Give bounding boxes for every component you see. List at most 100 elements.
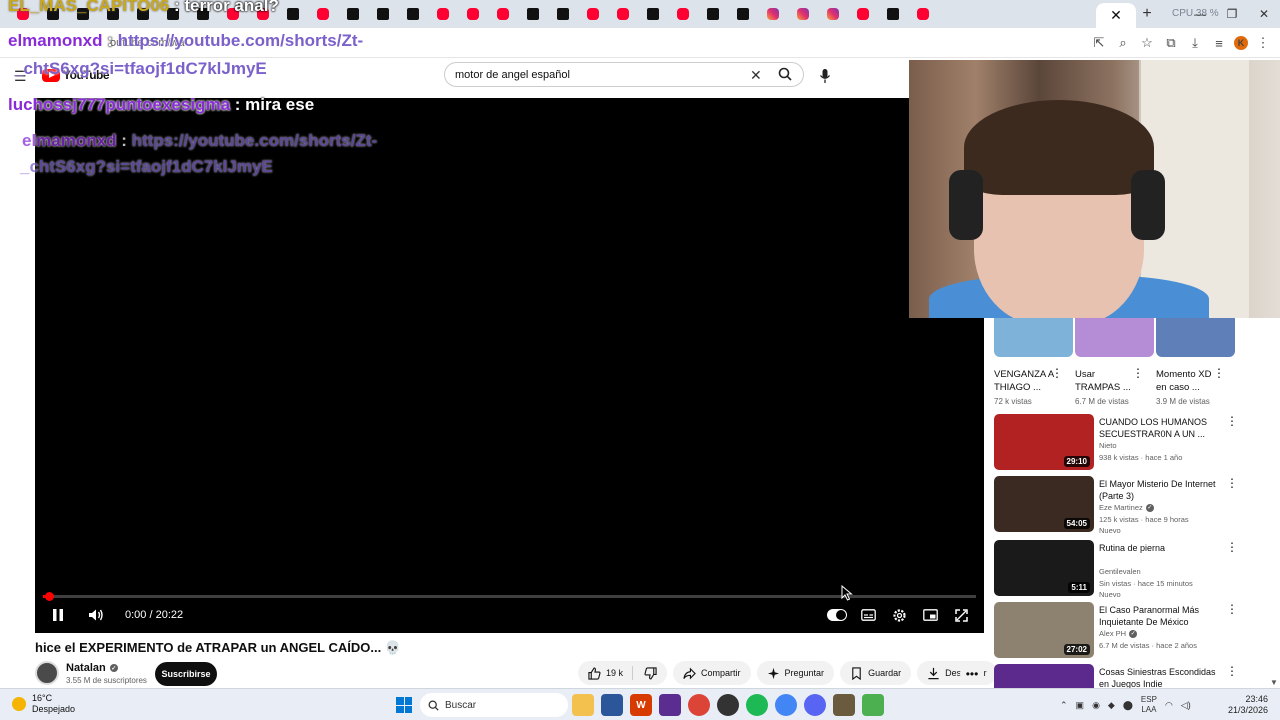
youtube-tab-icon[interactable] xyxy=(308,0,338,28)
tiktok-tab-icon[interactable] xyxy=(518,0,548,28)
recommended-video[interactable]: 27:02 El Caso Paranormal Más Inquietante … xyxy=(994,602,1244,660)
instagram-tab-icon[interactable] xyxy=(788,0,818,28)
speaker-icon[interactable]: ◁) xyxy=(1181,700,1191,711)
short-title[interactable]: Momento XD en caso ... xyxy=(1156,368,1216,394)
tiktok-tab-icon[interactable] xyxy=(638,0,668,28)
scroll-down-arrow-icon[interactable]: ▼ xyxy=(1270,678,1278,687)
short-thumbnail[interactable] xyxy=(1156,318,1235,357)
video-channel-name[interactable]: Gentilevalen xyxy=(1099,567,1141,576)
youtube-tab-icon[interactable] xyxy=(578,0,608,28)
volume-button[interactable] xyxy=(85,605,107,625)
youtube-tab-icon[interactable] xyxy=(848,0,878,28)
more-options-icon[interactable]: ⋮ xyxy=(1226,664,1238,678)
media-icon[interactable]: ≡ xyxy=(1210,32,1228,54)
tiktok-tab-icon[interactable] xyxy=(278,0,308,28)
new-tab-button[interactable]: + xyxy=(1136,4,1158,24)
recommended-video[interactable]: 29:10 CUANDO LOS HUMANOS SECUESTRAR0N A U… xyxy=(994,414,1244,472)
video-thumbnail[interactable]: 54:05 xyxy=(994,476,1094,532)
share-button[interactable]: Compartir xyxy=(673,661,751,685)
youtube-tab-icon[interactable] xyxy=(908,0,938,28)
more-options-icon[interactable]: ⋮ xyxy=(1132,366,1144,380)
start-button-icon[interactable] xyxy=(396,697,412,713)
app-icon[interactable] xyxy=(601,694,623,716)
youtube-tab-icon[interactable] xyxy=(668,0,698,28)
channel-avatar[interactable] xyxy=(35,661,59,685)
download-icon[interactable]: ⤓ xyxy=(1186,32,1204,54)
scrubber-handle[interactable] xyxy=(45,592,54,601)
short-card[interactable]: VENGANZA A THIAGO ... 72 k vistas ⋮ xyxy=(994,318,1075,406)
chrome-icon[interactable] xyxy=(688,694,710,716)
more-options-icon[interactable]: ⋮ xyxy=(1226,602,1238,616)
fullscreen-button[interactable] xyxy=(950,605,972,625)
tray-network-icon[interactable]: ◉ xyxy=(1092,700,1100,711)
search-input[interactable] xyxy=(455,68,745,81)
tiktok-tab-icon[interactable] xyxy=(698,0,728,28)
tiktok-tab-icon[interactable] xyxy=(548,0,578,28)
like-button[interactable]: 19 k xyxy=(578,661,668,685)
chrome-profile-icon[interactable] xyxy=(775,694,797,716)
download-button[interactable]: Descargar xyxy=(917,661,997,685)
tray-app-icon[interactable]: ▣ xyxy=(1076,700,1085,711)
short-title[interactable]: VENGANZA A THIAGO ... xyxy=(994,368,1054,394)
video-channel[interactable]: Alex PH ✓ xyxy=(1099,629,1138,638)
more-actions-icon[interactable]: ••• xyxy=(960,663,984,685)
minecraft-icon[interactable] xyxy=(833,694,855,716)
youtube-tab-icon[interactable] xyxy=(608,0,638,28)
weather-widget[interactable]: 16°C Despejado xyxy=(12,693,75,715)
clear-search-icon[interactable]: ✕ xyxy=(750,67,762,84)
video-channel[interactable]: Eze Martinez ✓ xyxy=(1099,503,1154,512)
tray-overflow-icon[interactable]: ⌃ xyxy=(1060,700,1068,711)
video-thumbnail[interactable]: 29:10 xyxy=(994,414,1094,470)
save-button[interactable]: Guardar xyxy=(840,661,912,685)
miniplayer-button[interactable] xyxy=(919,605,941,625)
youtube-tab-icon[interactable] xyxy=(488,0,518,28)
short-title[interactable]: Usar TRAMPAS ... xyxy=(1075,368,1135,394)
video-thumbnail[interactable]: 5:11 xyxy=(994,540,1094,596)
youtube-tab-icon[interactable] xyxy=(428,0,458,28)
app-cube-icon[interactable] xyxy=(862,694,884,716)
more-options-icon[interactable]: ⋮ xyxy=(1226,476,1238,490)
more-options-icon[interactable]: ⋮ xyxy=(1226,414,1238,428)
install-app-icon[interactable]: ⇱ xyxy=(1090,32,1108,54)
video-title-link[interactable]: Cosas Siniestras Escondidas en Juegos In… xyxy=(1099,666,1221,688)
video-channel[interactable]: Nieto xyxy=(1099,441,1117,450)
settings-button[interactable] xyxy=(888,605,910,625)
taskbar-search[interactable]: Buscar xyxy=(420,693,568,717)
short-card[interactable]: Momento XD en caso ... 3.9 M de vistas ⋮ xyxy=(1156,318,1237,406)
video-thumbnail[interactable]: 27:02 xyxy=(994,602,1094,658)
subtitles-button[interactable] xyxy=(857,605,879,625)
file-explorer-icon[interactable] xyxy=(572,694,594,716)
subscribe-button[interactable]: Suscribirse xyxy=(155,662,217,686)
tiktok-tab-icon[interactable] xyxy=(398,0,428,28)
video-channel-name[interactable]: Alex PH xyxy=(1099,629,1126,638)
voice-search-button[interactable] xyxy=(812,64,838,88)
video-channel[interactable]: Gentilevalen xyxy=(1099,567,1141,576)
discord-icon[interactable] xyxy=(804,694,826,716)
extensions-icon[interactable]: ⧉ xyxy=(1162,32,1180,54)
video-channel-name[interactable]: Nieto xyxy=(1099,441,1117,450)
youtube-tab-icon[interactable] xyxy=(458,0,488,28)
search-button[interactable] xyxy=(772,64,798,84)
tiktok-tab-icon[interactable] xyxy=(878,0,908,28)
video-thumbnail[interactable] xyxy=(994,664,1094,688)
minimize-icon[interactable]: — xyxy=(1184,0,1216,28)
spotify-icon[interactable] xyxy=(746,694,768,716)
profile-avatar[interactable]: K xyxy=(1234,36,1248,50)
store-icon[interactable] xyxy=(659,694,681,716)
autoplay-toggle[interactable] xyxy=(826,605,848,625)
more-options-icon[interactable]: ⋮ xyxy=(1051,366,1063,380)
recommended-video[interactable]: Cosas Siniestras Escondidas en Juegos In… xyxy=(994,664,1244,688)
progress-bar[interactable] xyxy=(43,592,976,601)
tray-security-icon[interactable]: ◆ xyxy=(1108,700,1115,711)
short-thumbnail[interactable] xyxy=(1075,318,1154,357)
tiktok-tab-icon[interactable] xyxy=(728,0,758,28)
restore-icon[interactable]: ❐ xyxy=(1216,0,1248,28)
video-channel-name[interactable]: Eze Martinez xyxy=(1099,503,1143,512)
chat-link[interactable]: _chtS6xg?si=tfaojf1dC7klJmyE xyxy=(14,59,267,78)
chat-link[interactable]: https://youtube.com/shorts/Zt- xyxy=(118,31,364,50)
chat-link[interactable]: https://youtube.com/shorts/Zt- xyxy=(132,131,378,150)
language-indicator[interactable]: ESP LAA xyxy=(1141,695,1157,715)
browser-menu-icon[interactable]: ⋮ xyxy=(1254,32,1272,54)
short-thumbnail[interactable] xyxy=(994,318,1073,357)
video-title-link[interactable]: El Mayor Misterio De Internet (Parte 3) xyxy=(1099,478,1221,502)
